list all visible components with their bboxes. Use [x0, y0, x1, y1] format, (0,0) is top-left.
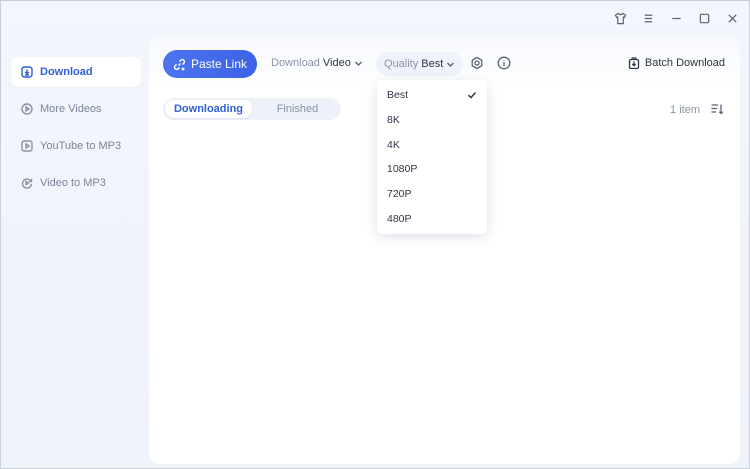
- quality-option-480p[interactable]: 480P: [377, 206, 487, 231]
- minimize-button[interactable]: [669, 11, 683, 25]
- menu-button[interactable]: [641, 11, 655, 25]
- sidebar-item-label: YouTube to MP3: [40, 140, 122, 152]
- close-button[interactable]: [725, 11, 739, 25]
- quality-option-best[interactable]: Best: [377, 83, 487, 108]
- quality-option-720p[interactable]: 720P: [377, 182, 487, 207]
- sort-icon: [711, 104, 724, 115]
- link-add-icon: [173, 58, 186, 70]
- quality-option-4k[interactable]: 4K: [377, 132, 487, 157]
- quality-option-label: 1080P: [387, 163, 418, 176]
- info-icon: [497, 56, 511, 70]
- quality-option-1080p[interactable]: 1080P: [377, 157, 487, 182]
- sidebar-item-video-to-mp3[interactable]: Video to MP3: [11, 168, 141, 198]
- sidebar-item-label: More Videos: [40, 103, 102, 115]
- paste-link-button[interactable]: Paste Link: [163, 50, 257, 78]
- settings-button[interactable]: [470, 56, 484, 70]
- batch-download-button[interactable]: Batch Download: [628, 57, 725, 69]
- skin-button[interactable]: [613, 11, 627, 25]
- quality-options-menu: Best 8K 4K 1080P 720P 480P: [377, 80, 487, 234]
- quality-prefix: Quality: [384, 58, 419, 70]
- download-icon: [21, 66, 33, 78]
- paste-link-label: Paste Link: [190, 57, 248, 71]
- sidebar-item-label: Video to MP3: [40, 177, 106, 189]
- download-type-prefix: Download: [271, 57, 320, 69]
- maximize-button[interactable]: [697, 11, 711, 25]
- chevron-down-icon: [354, 61, 362, 66]
- sidebar-item-youtube-to-mp3[interactable]: YouTube to MP3: [11, 131, 141, 161]
- download-type-value: Video: [322, 57, 351, 69]
- quality-value: Best: [421, 58, 444, 70]
- convert-icon: [21, 178, 33, 189]
- tshirt-icon: [614, 12, 626, 24]
- checkmark-icon: [467, 92, 477, 100]
- batch-download-label: Batch Download: [644, 57, 725, 69]
- quality-dropdown[interactable]: Quality Best: [376, 52, 464, 76]
- title-bar-controls: [613, 11, 739, 25]
- quality-option-8k[interactable]: 8K: [377, 108, 487, 133]
- download-tabs: Downloading Finished: [163, 98, 341, 120]
- sidebar-item-more-videos[interactable]: More Videos: [11, 94, 141, 124]
- tab-finished[interactable]: Finished: [254, 98, 341, 120]
- sidebar: Download More Videos YouTube to MP3 Vide…: [11, 57, 141, 205]
- close-icon: [727, 13, 737, 23]
- quality-option-label: 4K: [387, 138, 400, 151]
- sidebar-item-download[interactable]: Download: [11, 57, 141, 87]
- tab-downloading[interactable]: Downloading: [165, 100, 252, 118]
- quality-option-label: 480P: [387, 212, 412, 225]
- maximize-icon: [699, 13, 709, 23]
- quality-option-label: Best: [387, 89, 409, 102]
- quality-option-label: 720P: [387, 188, 412, 201]
- gear-icon: [471, 56, 483, 70]
- batch-download-icon: [628, 57, 640, 69]
- download-type-dropdown[interactable]: Download Video: [271, 57, 363, 69]
- play-square-icon: [21, 140, 33, 152]
- menu-icon: [644, 14, 652, 22]
- chevron-down-icon: [447, 62, 455, 67]
- quality-option-label: 8K: [387, 114, 400, 127]
- item-count: 1 item: [670, 104, 700, 116]
- sidebar-item-label: Download: [40, 66, 93, 78]
- minimize-icon: [671, 17, 681, 19]
- sort-button[interactable]: [710, 102, 724, 116]
- app-window: Download More Videos YouTube to MP3 Vide…: [0, 0, 750, 469]
- play-circle-icon: [21, 103, 33, 115]
- info-button[interactable]: [497, 56, 511, 70]
